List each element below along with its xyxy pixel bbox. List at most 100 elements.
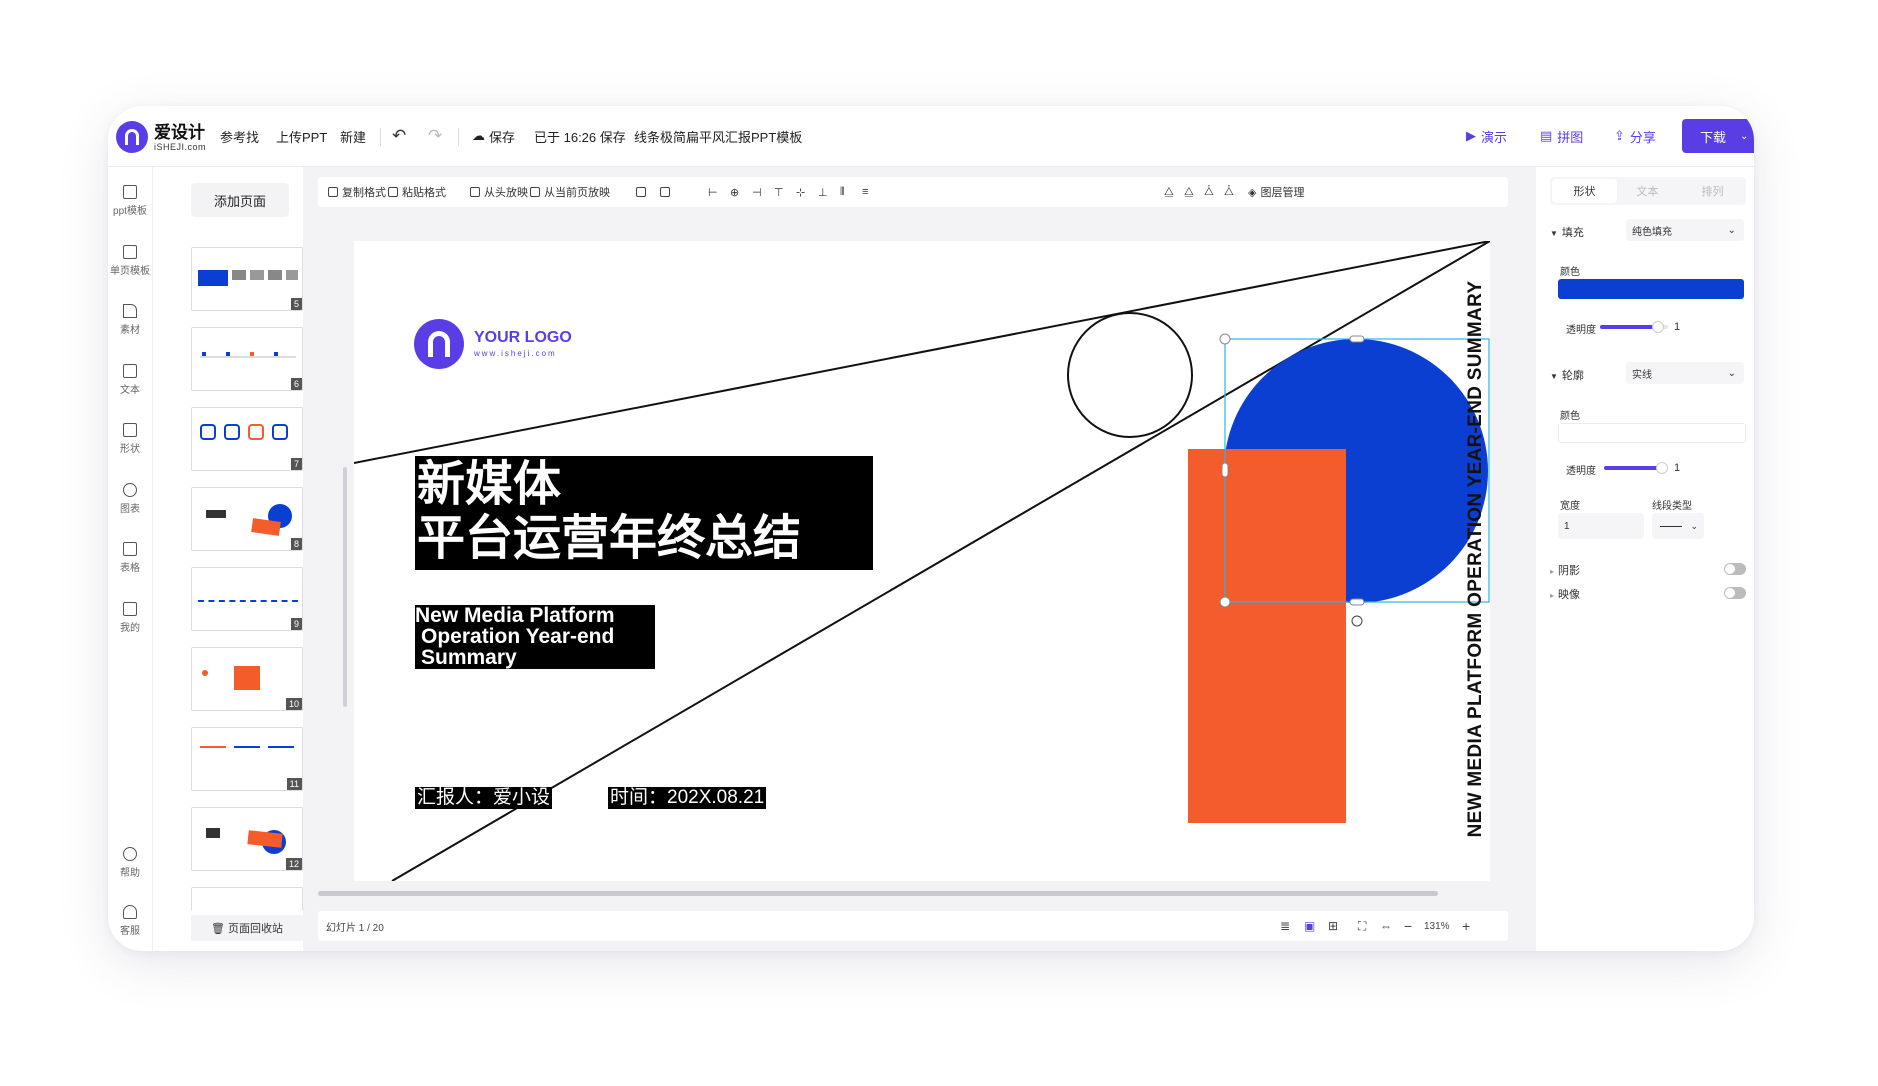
distribute-v-icon[interactable]: ≡ (862, 177, 868, 207)
rotate-handle-icon[interactable] (1351, 615, 1363, 627)
tab-text[interactable]: 文本 (1615, 177, 1680, 205)
image-icon[interactable] (660, 177, 674, 207)
thumbnail-page-5[interactable]: 5 (191, 247, 303, 311)
thumbnail-page-next[interactable] (191, 887, 303, 911)
slide-logo[interactable]: YOUR LOGO www.isheji.com (414, 319, 572, 369)
zoom-out-icon[interactable]: − (1404, 911, 1412, 941)
layer-manager-button[interactable]: ◈ 图层管理 (1248, 177, 1304, 207)
slide-reporter[interactable]: 汇报人：爱小设 (415, 787, 553, 809)
tab-shape[interactable]: 形状 (1552, 179, 1617, 203)
opacity-slider[interactable] (1600, 321, 1668, 333)
resize-handle[interactable] (1221, 462, 1229, 478)
play-from-start-button[interactable]: 从头放映 (470, 177, 528, 207)
opacity-value[interactable]: 1 (1674, 321, 1680, 333)
reflection-row[interactable]: ▸ 映像 (1550, 586, 1580, 602)
play-from-current-button[interactable]: 从当前页放映 (530, 177, 610, 207)
redo-icon[interactable]: ↷ (428, 106, 442, 166)
zoom-in-icon[interactable]: + (1462, 911, 1470, 941)
nav-mine[interactable]: 我的 (108, 602, 152, 634)
outline-opacity-slider[interactable] (1604, 462, 1668, 474)
thumbnail-page-6[interactable]: 6 (191, 327, 303, 391)
thumbnail-page-12[interactable]: 12 (191, 807, 303, 871)
align-center-icon[interactable]: ⊕ (730, 177, 739, 207)
grid-view-icon[interactable]: ⊞ (1328, 911, 1338, 941)
share-button[interactable]: ⇪ 分享 (1614, 106, 1656, 166)
slide-canvas[interactable]: YOUR LOGO www.isheji.com 新媒体 平台运营年终总结 Ne… (354, 241, 1490, 881)
fit-screen-icon[interactable]: ⛶ (1358, 911, 1366, 941)
align-middle-icon[interactable]: ⊹ (796, 177, 805, 207)
outline-type-select[interactable]: 实线 ⌄ (1626, 362, 1744, 384)
outline-opacity-value[interactable]: 1 (1674, 462, 1680, 474)
layer-down-icon[interactable]: ⧊ (1204, 177, 1214, 207)
reflection-toggle[interactable] (1724, 587, 1746, 599)
resize-handle[interactable] (1349, 335, 1365, 343)
shadow-row[interactable]: ▸ 阴影 (1550, 562, 1580, 578)
distribute-h-icon[interactable]: ⫴ (840, 177, 845, 207)
layer-up-icon[interactable]: ⧋ (1164, 177, 1174, 207)
nav-shape[interactable]: 形状 (108, 423, 152, 455)
recycle-bin-button[interactable]: 🗑 页面回收站 (191, 915, 303, 941)
nav-label: 表格 (120, 563, 140, 574)
resize-handle[interactable] (1219, 333, 1231, 345)
nav-table[interactable]: 表格 (108, 542, 152, 574)
align-left-icon[interactable]: ⊢ (708, 177, 718, 207)
outline-opacity-knob[interactable] (1656, 462, 1668, 474)
text-box-icon[interactable] (636, 177, 650, 207)
tab-arrange[interactable]: 排列 (1680, 177, 1745, 205)
slide-vertical-text[interactable]: NEW MEDIA PLATFORM OPERATION YEAR-END SU… (1465, 281, 1487, 838)
slide-date[interactable]: 时间：202X.08.21 (608, 787, 767, 809)
fit-width-icon[interactable]: ⇔ (1380, 911, 1392, 941)
thumbnail-scrollbar[interactable] (343, 467, 347, 707)
orange-rectangle[interactable] (1188, 449, 1346, 823)
thumbnail-page-11[interactable]: 11 (191, 727, 303, 791)
menu-reference[interactable]: 参考找 (220, 106, 259, 166)
save-button[interactable]: ☁ 保存 (472, 106, 515, 166)
nav-help[interactable]: 帮助 (108, 847, 152, 879)
slide-subtitle-block[interactable]: New Media Platform Operation Year-end Su… (415, 605, 655, 669)
document-title[interactable]: 线条极简扁平风汇报PPT模板 (634, 106, 802, 166)
thumbnail-page-8[interactable]: 8 (191, 487, 303, 551)
chevron-down-icon: ⌄ (1727, 367, 1736, 379)
nav-service[interactable]: 客服 (108, 905, 152, 937)
normal-view-icon[interactable]: ▣ (1304, 911, 1315, 941)
nav-page-template[interactable]: 单页模板 (108, 245, 152, 277)
align-bottom-icon[interactable]: ⊥ (818, 177, 828, 207)
logo-icon[interactable] (116, 121, 148, 153)
notes-icon[interactable]: ≣ (1280, 911, 1290, 941)
shadow-toggle[interactable] (1724, 563, 1746, 575)
resize-handle[interactable] (1349, 598, 1365, 606)
slide-title-block[interactable]: 新媒体 平台运营年终总结 (415, 456, 873, 570)
fill-section-header[interactable]: ▼ 填充 (1550, 224, 1584, 240)
nav-chart[interactable]: 图表 (108, 483, 152, 515)
layer-bottom-icon[interactable]: ⧊ (1224, 177, 1234, 207)
zoom-level[interactable]: 131% (1424, 911, 1450, 941)
width-input[interactable]: 1 (1558, 513, 1644, 539)
fill-type-select[interactable]: 纯色填充 ⌄ (1626, 219, 1744, 241)
canvas-scrollbar[interactable] (318, 891, 1438, 896)
outline-circle[interactable] (1067, 312, 1193, 438)
menu-new[interactable]: 新建 (340, 106, 366, 166)
layer-top-icon[interactable]: ⧋ (1184, 177, 1194, 207)
thumbnail-page-7[interactable]: 7 (191, 407, 303, 471)
align-right-icon[interactable]: ⊣ (752, 177, 762, 207)
menu-upload-ppt[interactable]: 上传PPT (276, 106, 327, 166)
nav-ppt-template[interactable]: ppt模板 (108, 185, 152, 217)
outline-color-swatch[interactable] (1558, 423, 1746, 443)
present-button[interactable]: ▶ 演示 (1466, 106, 1507, 166)
download-button[interactable]: 下载 ⌄ (1682, 119, 1754, 153)
thumbnail-page-10[interactable]: 10 (191, 647, 303, 711)
paste-format-button[interactable]: 粘贴格式 (388, 177, 446, 207)
collage-button[interactable]: ▤ 拼图 (1540, 106, 1583, 166)
fill-color-swatch[interactable] (1558, 279, 1744, 299)
undo-icon[interactable]: ↶ (392, 106, 406, 166)
line-type-select[interactable]: ⌄ (1652, 513, 1704, 539)
add-page-button[interactable]: 添加页面 (191, 183, 289, 217)
resize-handle[interactable] (1219, 596, 1231, 608)
nav-text[interactable]: 文本 (108, 364, 152, 396)
opacity-slider-knob[interactable] (1651, 321, 1664, 333)
copy-format-button[interactable]: 复制格式 (328, 177, 386, 207)
outline-section-header[interactable]: ▼ 轮廓 (1550, 367, 1584, 383)
align-top-icon[interactable]: ⊤ (774, 177, 784, 207)
nav-material[interactable]: 素材 (108, 304, 152, 336)
thumbnail-page-9[interactable]: 9 (191, 567, 303, 631)
